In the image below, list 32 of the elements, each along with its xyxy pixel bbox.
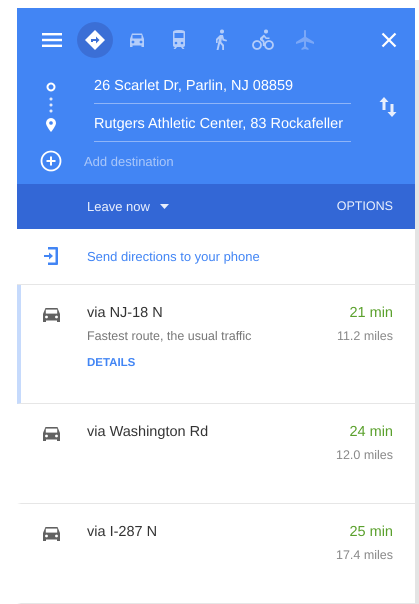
caret-icon	[160, 204, 169, 209]
send-to-phone-icon	[43, 246, 59, 266]
airplane-icon	[293, 28, 317, 52]
route-description: Fastest route, the usual traffic	[87, 328, 252, 343]
travel-time: 21 min	[349, 304, 393, 321]
close-icon[interactable]	[381, 32, 397, 48]
add-destination-field[interactable]: Add destination	[82, 152, 286, 170]
origin-circle-icon	[46, 82, 56, 92]
dots-icon	[49, 96, 53, 114]
details-link[interactable]: DETAILS	[87, 356, 136, 369]
car-icon	[42, 526, 61, 542]
options-button[interactable]: OPTIONS	[336, 199, 393, 214]
route-name: via I-287 N	[87, 524, 158, 540]
location-pin-icon	[46, 118, 56, 132]
origin-field[interactable]: 26 Scarlet Dr, Parlin, NJ 08859	[94, 72, 351, 104]
travel-time: 24 min	[349, 424, 393, 440]
destination-field[interactable]: Rutgers Athletic Center, 83 Rockafeller	[94, 110, 351, 142]
swap-icon[interactable]	[379, 96, 397, 118]
add-circle-icon[interactable]	[40, 150, 62, 172]
best-route-tab[interactable]	[77, 22, 113, 58]
car-icon	[42, 426, 61, 442]
bicycle-icon	[251, 28, 275, 52]
travel-time: 25 min	[349, 524, 393, 540]
route-distance: 11.2 miles	[336, 328, 393, 343]
send-directions-link[interactable]: Send directions to your phone	[87, 248, 260, 264]
route-distance: 12.0 miles	[336, 448, 393, 462]
route-name: via NJ-18 N	[87, 304, 164, 321]
car-icon	[42, 306, 61, 323]
route-distance: 17.4 miles	[336, 548, 393, 562]
leave-now-dropdown[interactable]: Leave now	[87, 198, 169, 214]
route-name: via Washington Rd	[87, 424, 210, 440]
directions-icon	[83, 28, 107, 52]
